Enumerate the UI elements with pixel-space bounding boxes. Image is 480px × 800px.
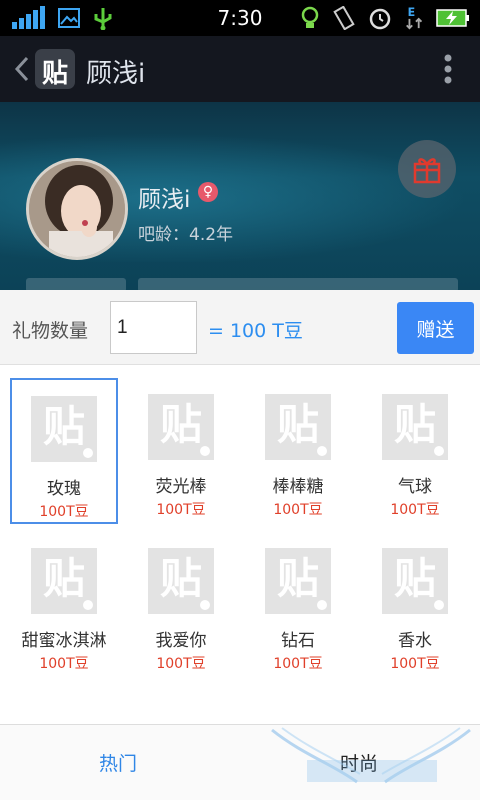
gift-button[interactable] — [398, 140, 456, 198]
tab-hot[interactable]: 热门 — [99, 749, 137, 776]
gift-image: 贴 — [148, 394, 214, 460]
gift-image: 贴 — [382, 548, 448, 614]
gift-item-rose[interactable]: 贴 玫瑰 100T豆 — [10, 378, 118, 524]
gift-name: 棒棒糖 — [272, 477, 324, 497]
gift-image: 贴 — [265, 548, 331, 614]
stat-card — [138, 278, 458, 290]
bulb-icon — [301, 6, 319, 28]
gift-name: 钻石 — [281, 631, 315, 651]
gift-image: 贴 — [265, 394, 331, 460]
gift-price: 100T豆 — [390, 502, 440, 518]
quantity-row: 礼物数量 = 100 T豆 赠送 — [0, 290, 480, 365]
top-nav-bar: 贴 顾浅i — [0, 36, 480, 102]
gift-name: 甜蜜冰淇淋 — [21, 631, 107, 651]
gift-name: 玫瑰 — [47, 479, 81, 499]
gift-price: 100T豆 — [39, 504, 89, 520]
gift-item-balloon[interactable]: 贴 气球 100T豆 — [361, 378, 469, 524]
stat-card — [26, 278, 126, 290]
gift-price: 100T豆 — [273, 656, 323, 672]
gift-price: 100T豆 — [156, 502, 206, 518]
battery-charging-icon — [436, 9, 469, 27]
data-edge-icon: E — [406, 6, 423, 30]
gift-name: 我爱你 — [155, 631, 207, 651]
more-options-icon[interactable] — [444, 54, 452, 84]
gift-item-diamond[interactable]: 贴 钻石 100T豆 — [244, 532, 352, 678]
send-gift-button[interactable]: 赠送 — [397, 302, 474, 354]
back-arrow-icon[interactable] — [12, 56, 32, 82]
gift-name: 气球 — [398, 477, 432, 497]
alarm-icon — [369, 8, 391, 30]
quantity-label: 礼物数量 — [12, 320, 89, 342]
watermark-wings-logo — [271, 727, 471, 784]
gift-item-glowstick[interactable]: 贴 荧光棒 100T豆 — [127, 378, 235, 524]
gift-box-icon — [413, 158, 441, 184]
gift-image: 贴 — [31, 548, 97, 614]
gift-price: 100T豆 — [156, 656, 206, 672]
gift-image: 贴 — [148, 548, 214, 614]
gift-price: 100T豆 — [273, 502, 323, 518]
vibrate-icon — [333, 6, 355, 30]
gift-item-ice-cream[interactable]: 贴 甜蜜冰淇淋 100T豆 — [10, 532, 118, 678]
gift-image: 贴 — [382, 394, 448, 460]
avatar[interactable] — [26, 158, 128, 260]
gift-name: 香水 — [398, 631, 432, 651]
page-title: 顾浅i — [86, 59, 146, 89]
tieba-logo: 贴 — [35, 49, 75, 89]
total-cost-text: = 100 T豆 — [208, 320, 303, 342]
gift-item-lollipop[interactable]: 贴 棒棒糖 100T豆 — [244, 378, 352, 524]
gift-image: 贴 — [31, 396, 97, 462]
quantity-input[interactable] — [110, 301, 197, 354]
status-bar: 7:30 E — [0, 0, 480, 36]
svg-text:E: E — [408, 6, 416, 19]
gift-price: 100T豆 — [390, 656, 440, 672]
gift-item-perfume[interactable]: 贴 香水 100T豆 — [361, 532, 469, 678]
gift-item-i-love-you[interactable]: 贴 我爱你 100T豆 — [127, 532, 235, 678]
female-gender-icon: ♀ — [198, 182, 218, 202]
bar-age-text: 吧龄：4.2年 — [138, 225, 234, 245]
profile-username: 顾浅i — [138, 187, 191, 213]
gift-price: 100T豆 — [39, 656, 89, 672]
profile-header: 顾浅i ♀ 吧龄：4.2年 — [0, 102, 480, 290]
gift-name: 荧光棒 — [155, 477, 207, 497]
